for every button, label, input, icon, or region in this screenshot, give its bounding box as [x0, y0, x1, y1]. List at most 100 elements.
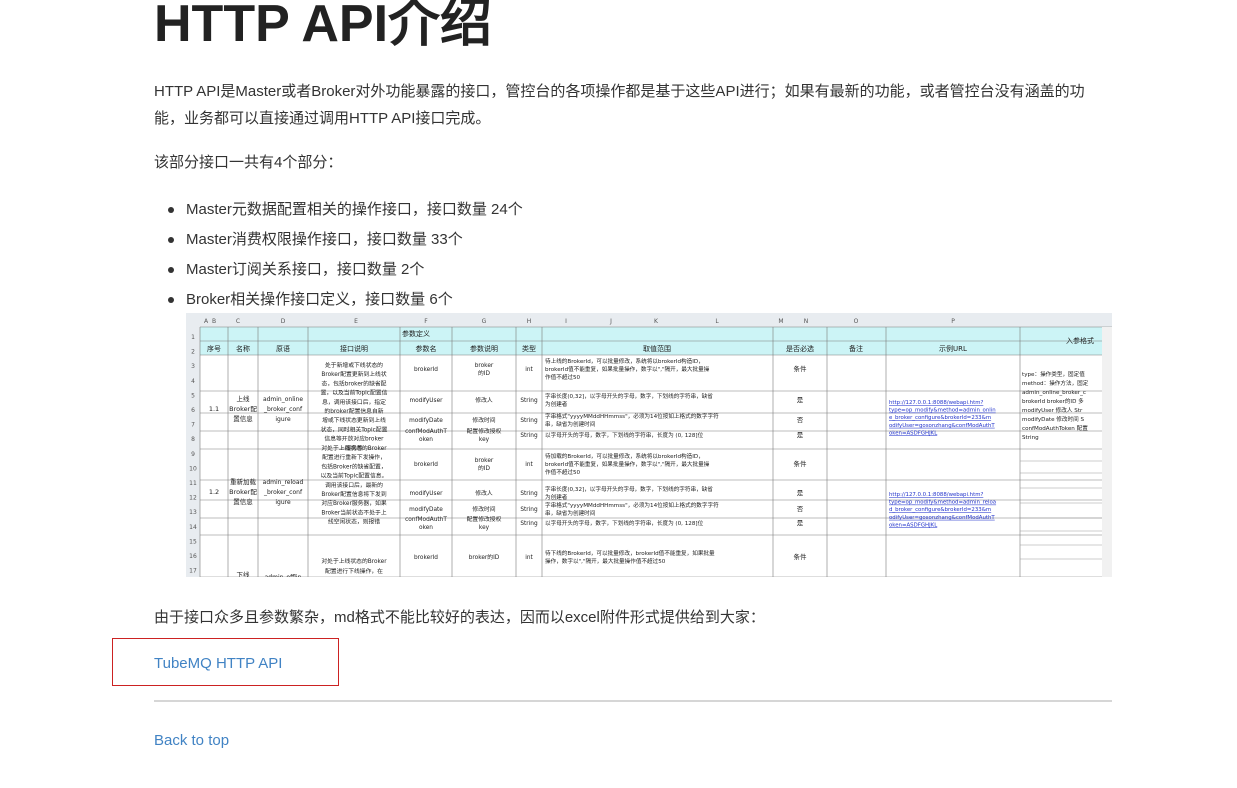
desc-cell: 信息等开放对应broker — [324, 435, 384, 443]
row-number: 6 — [191, 407, 195, 414]
row-number: 12 — [189, 495, 197, 502]
column-letter: E — [354, 318, 358, 325]
range-cell: 字串长度(0,32]，以字母开头的字母，数字，下划线的字符串，缺省 — [545, 392, 713, 400]
range-cell: 待下线的BrokerId，可以批量修改，brokerId值不能重复，如果批量 — [545, 549, 715, 557]
name-cell: 置信息 — [233, 414, 253, 423]
pdesc-cell: broker的ID — [469, 553, 500, 561]
group-header: 参数定义 — [402, 329, 430, 338]
range-cell: 为创建者 — [545, 400, 568, 408]
url-cell: e_broker_configure&brokerId=233&m — [889, 415, 991, 421]
range-cell: 待上线的BrokerId，可以批量修改，系统将以brokerId构造ID， — [545, 357, 704, 365]
column-letter: F — [424, 318, 428, 325]
required-cell: 否 — [797, 416, 804, 424]
column-letter: N — [804, 318, 809, 325]
desc-cell: 息，调用该接口后，指定 — [322, 398, 386, 406]
param-cell: brokerId — [414, 367, 438, 373]
column-letter: M — [778, 318, 783, 325]
range-cell: 串，缺省为创建时间 — [545, 420, 596, 428]
range-cell: brokerId值不能重复，如果批量操作，数字以","隔开，最大批量操 — [545, 460, 710, 468]
range-cell: brokerId值不能重复，如果批量操作，数字以","隔开，最大批量操 — [545, 365, 710, 373]
parts-list: Master元数据配置相关的操作接口，接口数量 24个 Master消费权限操作… — [154, 196, 523, 316]
desc-cell: 线空闲状态，则报错 — [328, 518, 380, 526]
param-cell: modifyDate — [409, 507, 443, 513]
list-item: Broker相关操作接口定义，接口数量 6个 — [154, 286, 523, 316]
row-number: 14 — [189, 524, 197, 531]
type-cell: String — [520, 418, 538, 424]
desc-cell: 置，以及当前Topic配置信 — [321, 389, 388, 397]
range-cell: 作值不超过50 — [545, 373, 581, 381]
row-number: 13 — [189, 509, 197, 516]
column-letter: J — [609, 318, 612, 325]
row-number: 7 — [191, 422, 195, 429]
range-cell: 作值不超过50 — [545, 468, 581, 476]
api-cell: _broker_conf — [263, 406, 303, 413]
row-number: 9 — [191, 451, 195, 458]
column-letter: I — [565, 318, 567, 325]
column-letter: O — [854, 318, 859, 325]
type-cell: int — [525, 555, 533, 561]
api-cell: admin_offlin — [265, 574, 302, 577]
api-cell: igure — [275, 416, 291, 423]
attachment-note: 由于接口众多且参数繁杂，md格式不能比较好的表达，因而以excel附件形式提供给… — [154, 609, 765, 626]
header-cell: 类型 — [522, 344, 536, 353]
range-cell: 待加载的BrokerId，可以批量修改，系统将以brokerId构造ID， — [545, 452, 704, 460]
back-to-top-link[interactable]: Back to top — [154, 727, 229, 754]
header-cell: 备注 — [849, 344, 863, 353]
range-cell: 为创建者 — [545, 493, 568, 501]
param-cell: modifyUser — [409, 491, 443, 497]
api-cell: igure — [275, 499, 291, 506]
url-cell: oken=ASDFGHJKL — [889, 430, 937, 436]
range-cell: 操作，数字以","隔开，最大批量操作值不超过50 — [545, 557, 666, 565]
sheet-scrollbar — [1102, 327, 1112, 577]
column-header-bar — [186, 313, 1112, 327]
url-cell: odifyUser=gosonzhang&confModAuthT — [889, 423, 995, 429]
param-cell: confModAuthT — [405, 429, 447, 435]
range-cell: 以字母开头的字母，数字，下划线的字符串，长度为 (0, 128]位 — [545, 519, 704, 527]
row-number: 4 — [191, 378, 195, 385]
parts-paragraph: 该部分接口一共有4个部分： — [154, 154, 343, 171]
input-format-cell: brokerId broker的ID 多 — [1022, 397, 1084, 405]
type-cell: String — [520, 398, 538, 404]
seq-cell: 1.1 — [209, 405, 219, 413]
excel-sheet-image: A B C D E F G H I J K L M N O P123456789101112131415161… — [186, 313, 1112, 577]
pdesc-cell: 修改时间 — [472, 505, 495, 513]
desc-cell: 对应Broker服务器，如果 — [321, 499, 386, 507]
input-format-cell: confModAuthToken 配置 — [1022, 425, 1088, 432]
url-cell: d_broker_configure&brokerId=233&m — [889, 507, 991, 513]
range-cell: 字串长度(0,32]，以字母开头的字母，数字，下划线的字符串，缺省 — [545, 485, 713, 493]
url-cell: odifyUser=gosonzhang&confModAuthT — [889, 515, 995, 521]
header-cell: 参数说明 — [470, 344, 498, 353]
header-cell: 名称 — [236, 344, 250, 353]
required-cell: 条件 — [794, 364, 808, 373]
page-title: HTTP API介绍 — [154, 0, 493, 53]
param-cell: brokerId — [414, 555, 438, 561]
attachment-link[interactable]: TubeMQ HTTP API — [154, 650, 282, 677]
type-cell: int — [525, 462, 533, 468]
header-cell: 入参格式 — [1066, 336, 1094, 345]
param-cell: modifyUser — [409, 398, 443, 404]
name-cell: 上线 — [237, 394, 251, 403]
url-cell: oken=ASDFGHJKL — [889, 522, 937, 528]
list-item: Master订阅关系接口，接口数量 2个 — [154, 256, 523, 286]
pdesc-cell: key — [479, 437, 490, 443]
header-cell: 序号 — [207, 344, 221, 353]
list-item: Master消费权限操作接口，接口数量 33个 — [154, 226, 523, 256]
desc-cell: Broker配置更新到上线状 — [321, 370, 386, 378]
required-cell: 是 — [797, 489, 804, 497]
header-cell: 接口说明 — [340, 344, 368, 353]
row-number: 10 — [189, 465, 197, 472]
pdesc-cell: 修改时间 — [472, 416, 495, 424]
required-cell: 条件 — [794, 552, 808, 561]
type-cell: String — [520, 491, 538, 497]
required-cell: 是 — [797, 519, 804, 527]
pdesc-cell: 修改人 — [475, 396, 493, 404]
header-cell: 原语 — [276, 344, 290, 353]
range-cell: 以字母开头的字母，数字，下划线的字符串，长度为 (0, 128]位 — [545, 431, 704, 439]
desc-cell: 态，包括broker的缺省配 — [322, 379, 387, 387]
pdesc-cell: 的ID — [478, 464, 491, 472]
param-cell: oken — [419, 525, 433, 531]
desc-cell: 配置进行重新下发操作， — [322, 453, 386, 461]
api-cell: admin_online — [263, 396, 303, 403]
pdesc-cell: 修改人 — [475, 489, 493, 497]
range-cell: 字串格式"yyyyMMddHHmmss"，必须为14位按如上格式的数字字符 — [545, 501, 719, 509]
